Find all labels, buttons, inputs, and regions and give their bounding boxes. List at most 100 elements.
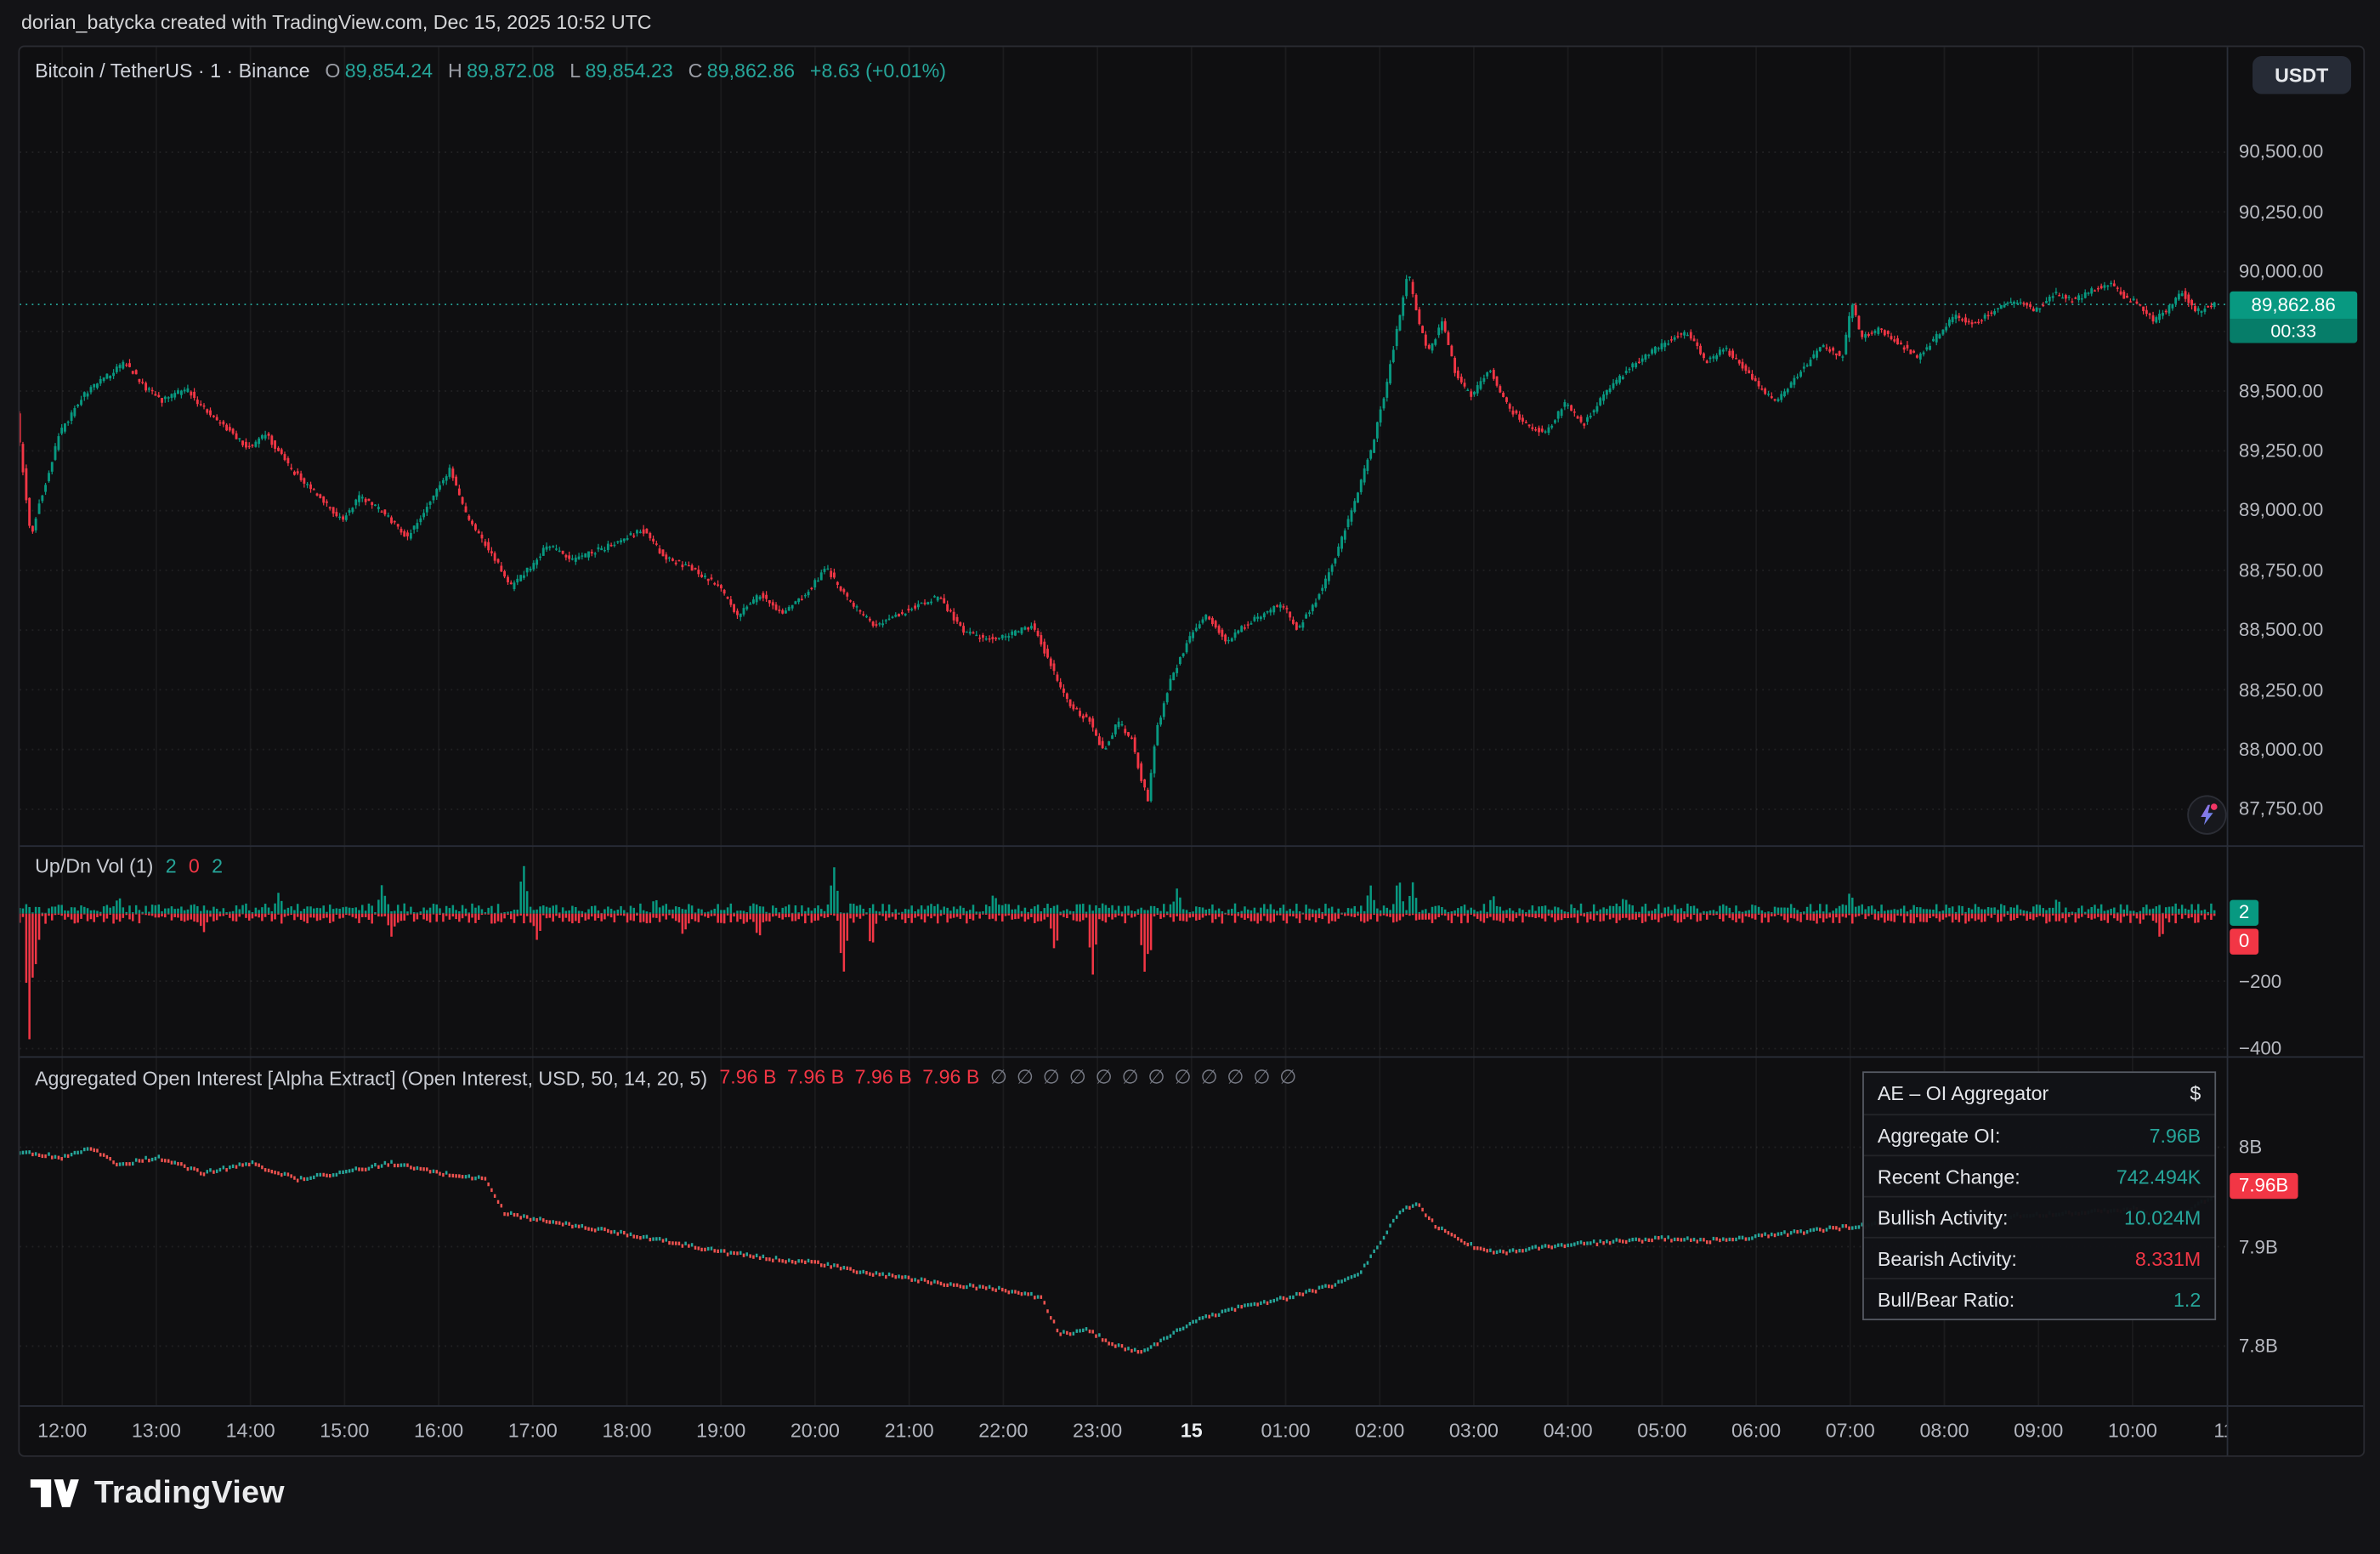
- volume-axis-label: −400: [2239, 1036, 2281, 1061]
- main-legend[interactable]: Bitcoin / TetherUS · 1 · Binance O89,854…: [35, 60, 946, 82]
- time-label: 10:00: [2108, 1405, 2157, 1455]
- ohlc-field: C89,862.86: [688, 60, 795, 82]
- panel-title: AE – OI Aggregator: [1878, 1082, 2048, 1105]
- time-label: 18:00: [602, 1405, 651, 1455]
- oi-last-value-badge: 7.96B: [2230, 1173, 2298, 1199]
- pane-separator[interactable]: [20, 845, 2363, 847]
- price-pane[interactable]: [20, 47, 2226, 845]
- time-label: 13:00: [132, 1405, 181, 1455]
- snapshot-watermark: dorian_batycka created with TradingView.…: [21, 0, 652, 46]
- panel-header-row: AE – OI Aggregator $: [1864, 1073, 2214, 1114]
- oi-legend-empty-value: ∅: [1069, 1065, 1086, 1090]
- time-label: 11:: [2213, 1405, 2226, 1455]
- time-label: 02:00: [1355, 1405, 1404, 1455]
- time-label: 01:00: [1261, 1405, 1310, 1455]
- time-label: 08:00: [1919, 1405, 1969, 1455]
- currency-toggle-button[interactable]: USDT: [2252, 56, 2351, 94]
- panel-row: Bull/Bear Ratio:1.2: [1864, 1278, 2214, 1319]
- volume-legend-values: 202: [166, 854, 223, 877]
- price-axis-label: 89,500.00: [2239, 379, 2323, 404]
- oi-legend-value: 7.96 B: [855, 1065, 912, 1090]
- oi-axis-label: 7.9B: [2239, 1234, 2278, 1259]
- price-axis-label: 88,750.00: [2239, 559, 2323, 583]
- oi-legend-value: 7.96 B: [922, 1065, 979, 1090]
- price-axis-label: 89,250.00: [2239, 439, 2323, 463]
- panel-row-value: 1.2: [2173, 1288, 2201, 1311]
- panel-row: Bearish Activity: 8.331M: [1864, 1237, 2214, 1278]
- oi-legend-value: 7.96 B: [787, 1065, 844, 1090]
- volume-axis-label: −200: [2239, 969, 2281, 994]
- time-label: 17:00: [508, 1405, 558, 1455]
- time-label-date: 15: [1181, 1405, 1203, 1455]
- volume-pane[interactable]: [20, 845, 2226, 1056]
- volume-last-value-badge: 0: [2230, 928, 2258, 954]
- price-axis-label: 89,000.00: [2239, 498, 2323, 523]
- tradingview-wordmark: TradingView: [94, 1475, 285, 1511]
- price-axis-label: 90,250.00: [2239, 200, 2323, 224]
- time-label: 22:00: [978, 1405, 1028, 1455]
- oi-legend[interactable]: Aggregated Open Interest [Alpha Extract]…: [35, 1065, 1306, 1090]
- panel-row: Aggregate OI: 7.96B: [1864, 1114, 2214, 1154]
- panel-row-value: 10.024M: [2124, 1205, 2201, 1228]
- symbol-title[interactable]: Bitcoin / TetherUS · 1 · Binance: [35, 60, 309, 82]
- last-price-value: 89,862.86: [2230, 291, 2357, 318]
- oi-legend-empty-value: ∅: [1279, 1065, 1296, 1090]
- oi-legend-empty-value: ∅: [990, 1065, 1007, 1090]
- lightning-icon[interactable]: [2189, 797, 2225, 833]
- panel-row-value: 7.96B: [2150, 1124, 2202, 1147]
- ohlc-field: L89,854.23: [570, 60, 673, 82]
- oi-legend-empty-value: ∅: [1148, 1065, 1165, 1090]
- oi-legend-empty-value: ∅: [1253, 1065, 1270, 1090]
- time-label: 19:00: [696, 1405, 745, 1455]
- oi-legend-empty-value: ∅: [1017, 1065, 1034, 1090]
- time-label: 07:00: [1826, 1405, 1875, 1455]
- panel-title-value: $: [2190, 1082, 2201, 1105]
- oi-legend-empty-value: ∅: [1227, 1065, 1244, 1090]
- volume-legend[interactable]: Up/Dn Vol (1) 202: [35, 854, 223, 877]
- volume-legend-value: 2: [212, 854, 223, 877]
- price-axis-label: 88,250.00: [2239, 678, 2323, 702]
- price-axis-label: 87,750.00: [2239, 797, 2323, 822]
- time-label: 06:00: [1731, 1405, 1781, 1455]
- ohlc-field: H89,872.08: [448, 60, 554, 82]
- last-price-badge: 89,862.86 00:33: [2230, 291, 2357, 343]
- time-label: 15:00: [320, 1405, 369, 1455]
- panel-row-label: Recent Change:: [1878, 1165, 2020, 1188]
- volume-indicator-title[interactable]: Up/Dn Vol (1): [35, 854, 153, 877]
- price-axis-label: 90,000.00: [2239, 259, 2323, 284]
- oi-legend-empty-value: ∅: [1043, 1065, 1060, 1090]
- chart-area[interactable]: Bitcoin / TetherUS · 1 · Binance O89,854…: [18, 46, 2365, 1457]
- ohlc-values: O89,854.24H89,872.08L89,854.23C89,862.86: [325, 60, 795, 82]
- price-axis[interactable]: 89,862.86 00:33 90,500.00 90,250.00 90,000…: [2227, 47, 2364, 1455]
- panel-row-value: 8.331M: [2135, 1247, 2201, 1270]
- oi-axis-label: 8B: [2239, 1135, 2262, 1160]
- time-label: 05:00: [1637, 1405, 1686, 1455]
- oi-legend-value: 7.96 B: [719, 1065, 776, 1090]
- time-label: 14:00: [226, 1405, 275, 1455]
- panel-row-value: 742.494K: [2116, 1165, 2201, 1188]
- oi-axis-label: 7.8B: [2239, 1334, 2278, 1358]
- panel-row-label: Aggregate OI:: [1878, 1124, 2001, 1147]
- time-label: 04:00: [1544, 1405, 1593, 1455]
- time-label: 20:00: [790, 1405, 840, 1455]
- panel-row: Recent Change: 742.494K: [1864, 1155, 2214, 1196]
- oi-aggregator-panel: AE – OI Aggregator $ Aggregate OI: 7.96B Rec…: [1862, 1071, 2216, 1320]
- volume-legend-value: 2: [166, 854, 177, 877]
- bar-countdown: 00:33: [2230, 318, 2357, 343]
- oi-indicator-title[interactable]: Aggregated Open Interest [Alpha Extract]…: [35, 1066, 707, 1089]
- price-axis-label: 88,000.00: [2239, 737, 2323, 762]
- page: dorian_batycka created with TradingView.…: [0, 0, 2380, 1554]
- panel-row: Bullish Activity: 10.024M: [1864, 1196, 2214, 1237]
- time-label: 16:00: [414, 1405, 463, 1455]
- time-label: 03:00: [1449, 1405, 1499, 1455]
- tradingview-logo[interactable]: TradingView: [31, 1475, 285, 1511]
- price-axis-label: 90,500.00: [2239, 140, 2323, 165]
- time-axis[interactable]: 12:0013:0014:0015:0016:0017:0018:0019:00…: [20, 1405, 2226, 1455]
- tradingview-glyph-icon: [31, 1477, 79, 1510]
- volume-last-value-badge: 2: [2230, 900, 2258, 926]
- panel-row-label: Bearish Activity:: [1878, 1247, 2017, 1270]
- volume-legend-value: 0: [189, 854, 200, 877]
- pane-separator[interactable]: [20, 1056, 2363, 1058]
- panel-row-label: Bullish Activity:: [1878, 1205, 2009, 1228]
- oi-legend-empty-value: ∅: [1200, 1065, 1217, 1090]
